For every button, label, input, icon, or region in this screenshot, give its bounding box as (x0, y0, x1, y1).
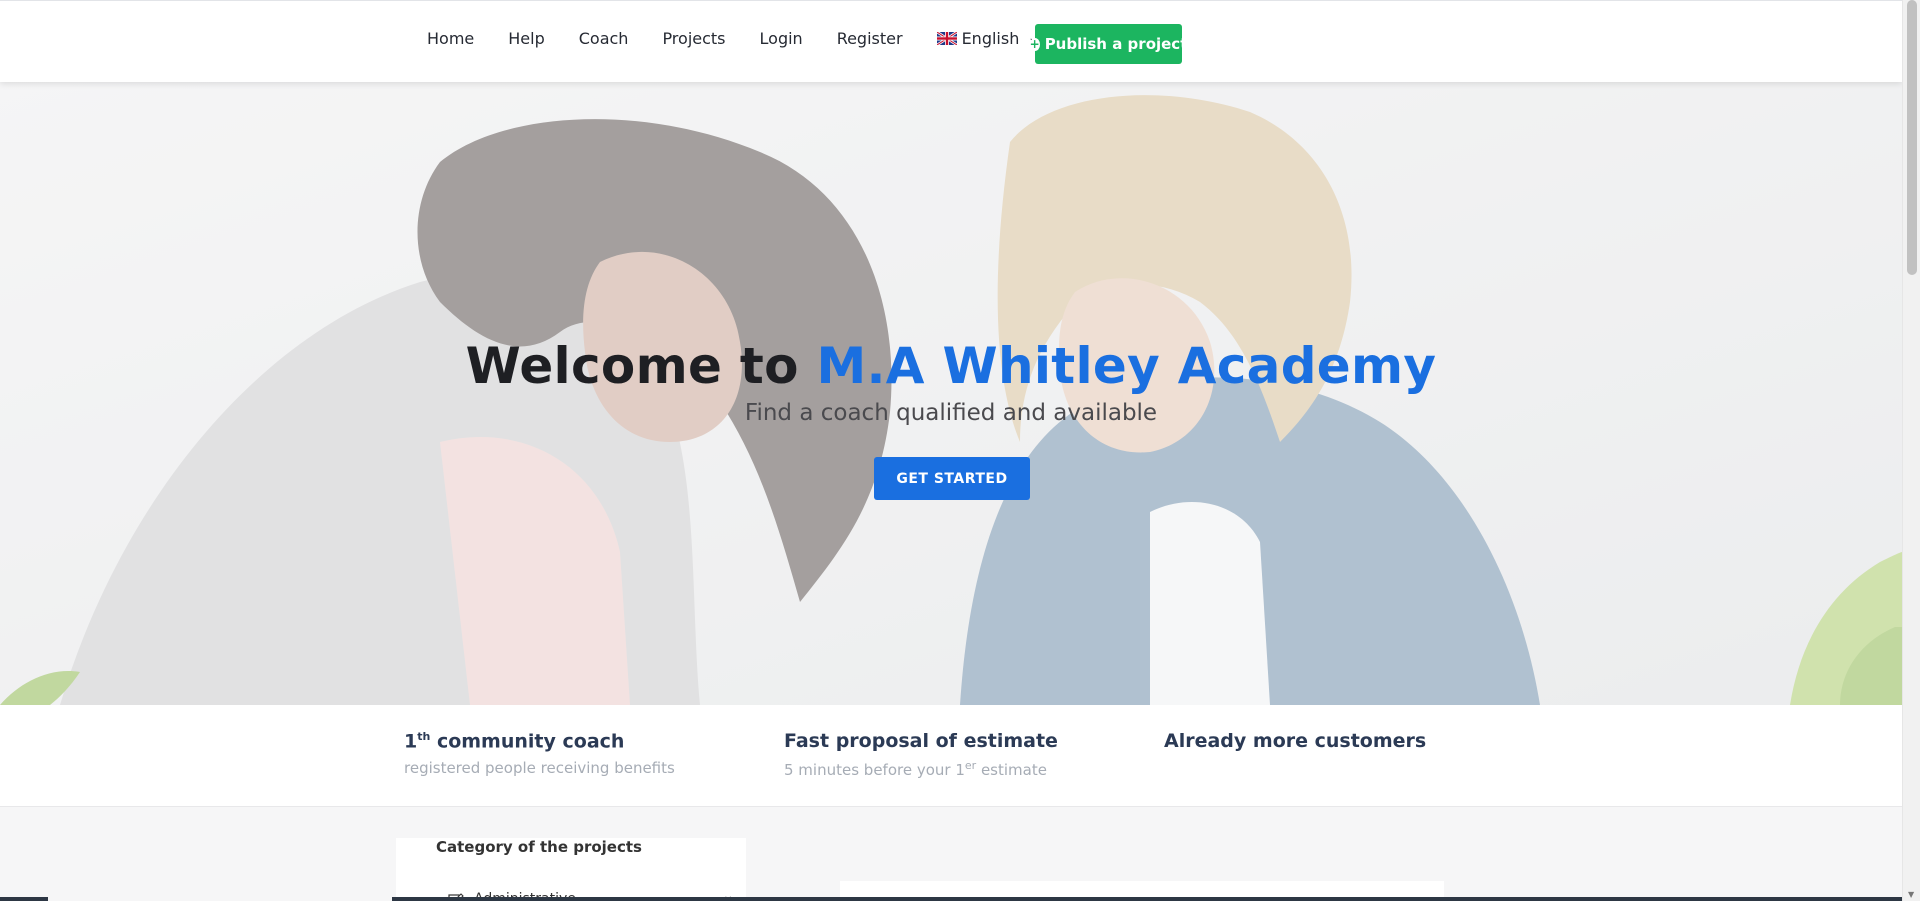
hero-title-prefix: Welcome to (465, 337, 799, 395)
feature-desc-rest: estimate (976, 761, 1047, 779)
plus-circle-icon: + (1029, 36, 1040, 51)
main-nav: Home Help Coach Projects Login Register … (427, 24, 1073, 52)
nav-register[interactable]: Register (837, 29, 903, 48)
feature-fast-proposal: Fast proposal of estimate 5 minutes befo… (784, 730, 1058, 779)
feature-more-customers: Already more customers (1164, 730, 1426, 752)
category-sidebar: Category of the projects Administrative … (396, 838, 746, 901)
nav-help[interactable]: Help (508, 29, 544, 48)
top-navbar: Home Help Coach Projects Login Register … (0, 0, 1902, 82)
language-selector[interactable]: English ⌄ (936, 28, 1037, 48)
feature-desc: registered people receiving benefits (404, 759, 675, 777)
scroll-down-arrow-icon[interactable]: ▼ (1908, 890, 1914, 899)
feature-title-sup: th (417, 730, 431, 743)
nav-coach[interactable]: Coach (579, 29, 629, 48)
feature-community-coach: 1th community coach registered people re… (404, 730, 675, 777)
nav-home[interactable]: Home (427, 29, 474, 48)
language-label: English (961, 28, 1020, 48)
publish-project-button[interactable]: + Publish a project (1029, 24, 1187, 64)
category-title: Category of the projects (436, 838, 642, 856)
get-started-button[interactable]: GET STARTED (874, 457, 1030, 500)
feature-desc-main: 5 minutes before your 1 (784, 761, 965, 779)
feature-desc-sup: er (964, 759, 977, 772)
features-strip: 1th community coach registered people re… (0, 705, 1902, 807)
vertical-scrollbar[interactable]: ▼ (1902, 0, 1920, 901)
bottom-bar-left (0, 897, 48, 901)
scrollbar-thumb[interactable] (1907, 0, 1917, 275)
publish-label: Publish a project (1044, 35, 1188, 53)
hero-title-brand: M.A Whitley Academy (816, 337, 1437, 395)
hero-banner: Welcome to M.A Whitley Academy Find a co… (0, 82, 1902, 705)
nav-projects[interactable]: Projects (662, 29, 725, 48)
feature-title: 1th community coach (404, 730, 675, 752)
feature-title-rest: Already more customers (1164, 730, 1427, 752)
feature-desc-main: registered people receiving benefits (404, 759, 675, 778)
page: Home Help Coach Projects Login Register … (0, 0, 1902, 901)
feature-desc: 5 minutes before your 1er estimate (784, 759, 1058, 779)
bottom-bar-right (392, 897, 1902, 901)
projects-section: Category of the projects Administrative … (0, 807, 1902, 901)
hero-subtitle: Find a coach qualified and available (744, 400, 1158, 426)
feature-title-rest: Fast proposal of estimate (784, 730, 1058, 752)
hero-title: Welcome to M.A Whitley Academy (0, 337, 1902, 395)
feature-title-rest: community coach (430, 730, 625, 753)
nav-login[interactable]: Login (760, 29, 803, 48)
feature-title: Fast proposal of estimate (784, 730, 1058, 752)
feature-title-num: 1 (404, 730, 418, 753)
flag-uk-icon (936, 31, 957, 45)
feature-title: Already more customers (1164, 730, 1426, 752)
